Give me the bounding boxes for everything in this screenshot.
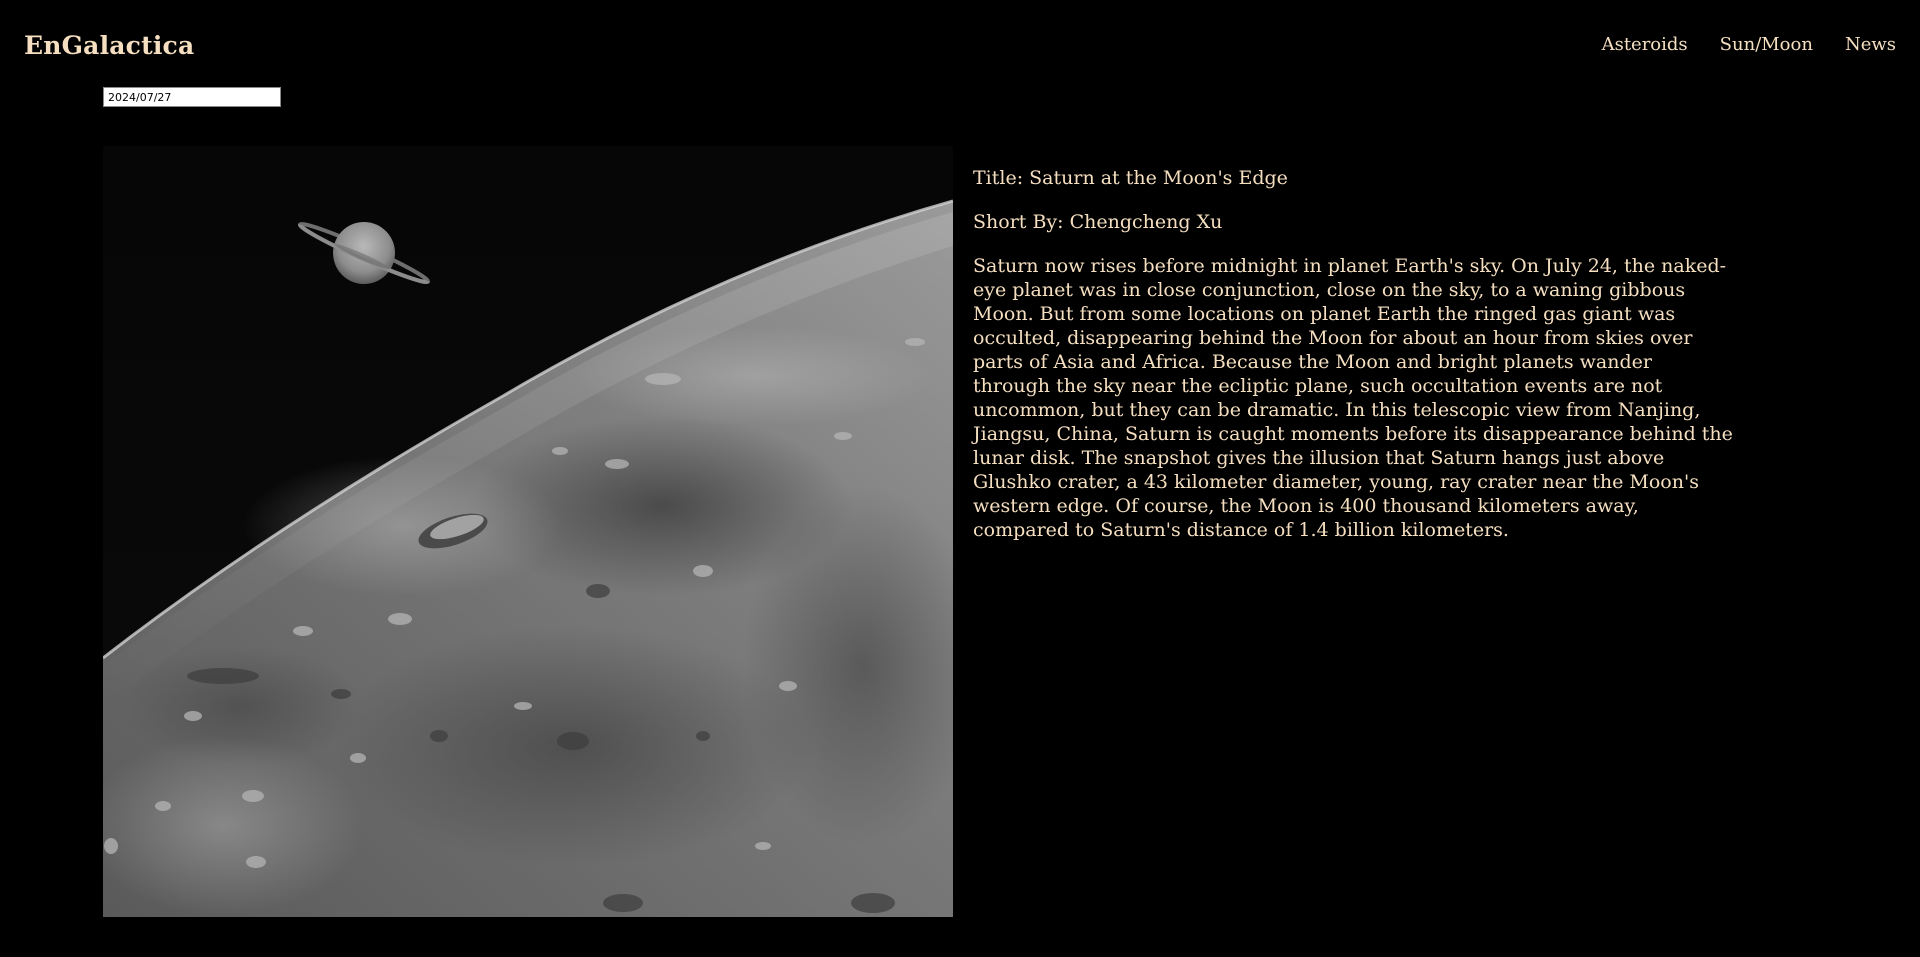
apod-description: Saturn now rises before midnight in plan… bbox=[973, 255, 1733, 541]
nav-news[interactable]: News bbox=[1845, 34, 1896, 56]
saturn-moon-photo bbox=[103, 146, 953, 917]
brand-logo[interactable]: EnGalactica bbox=[24, 31, 194, 61]
apod-author: Short By: Chengcheng Xu bbox=[973, 211, 1223, 233]
nav-sun-moon[interactable]: Sun/Moon bbox=[1720, 34, 1813, 56]
date-input[interactable] bbox=[103, 87, 281, 107]
apod-info: Title: Saturn at the Moon's Edge Short B… bbox=[973, 166, 1733, 542]
main-nav: Asteroids Sun/Moon News bbox=[1602, 34, 1896, 56]
apod-title: Title: Saturn at the Moon's Edge bbox=[973, 167, 1288, 189]
apod-image bbox=[103, 146, 953, 917]
nav-asteroids[interactable]: Asteroids bbox=[1602, 34, 1688, 56]
